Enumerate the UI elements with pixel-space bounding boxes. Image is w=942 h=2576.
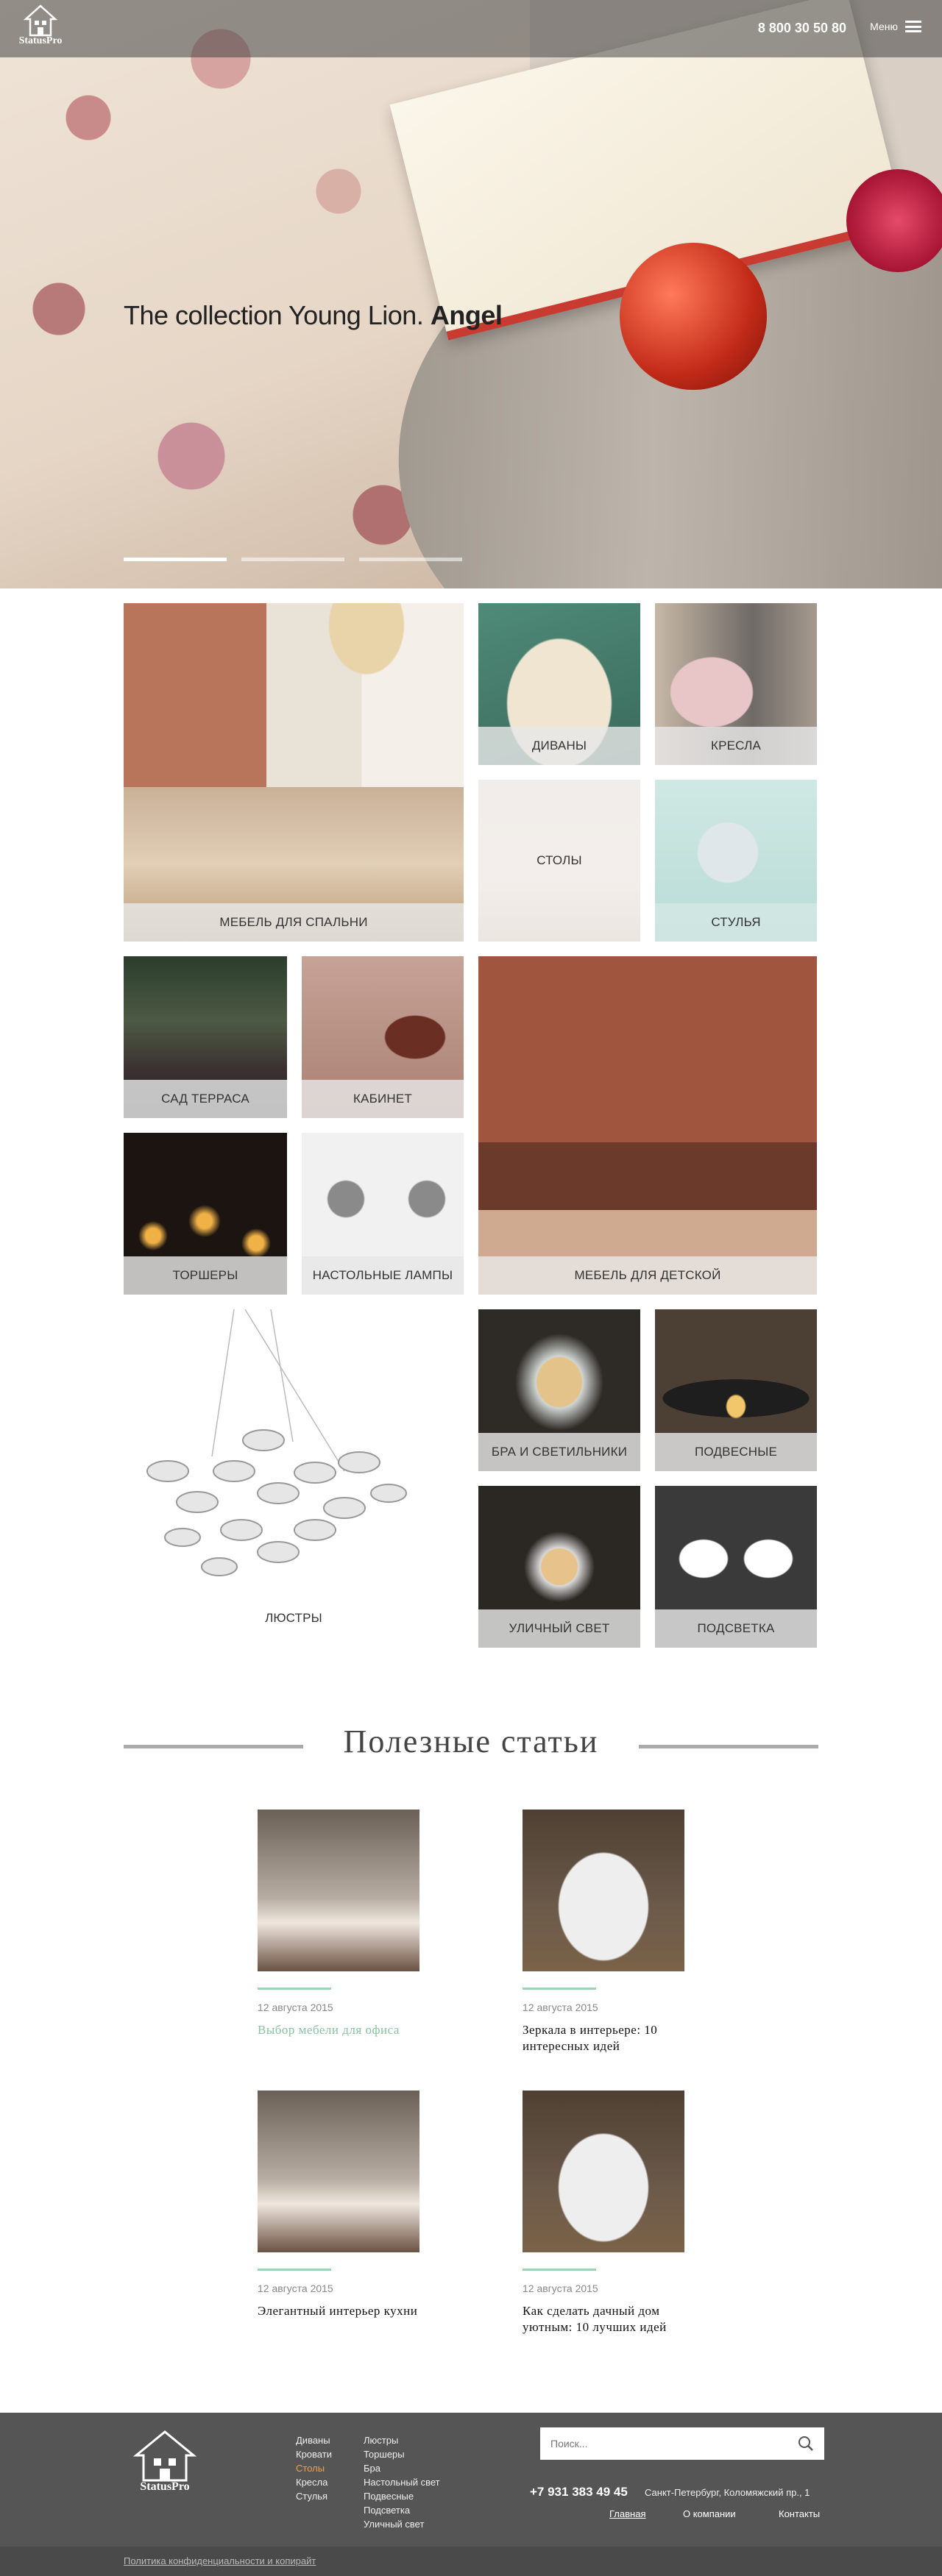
footer-link-active[interactable]: Столы — [296, 2461, 332, 2475]
category-image — [478, 956, 817, 1295]
category-chairs[interactable]: СТУЛЬЯ — [655, 780, 817, 942]
category-label: СТОЛЫ — [478, 780, 640, 942]
article-card[interactable]: 12 августа 2015 Элегантный интерьер кухн… — [258, 2091, 419, 2319]
category-label: МЕБЕЛЬ ДЛЯ СПАЛЬНИ — [124, 903, 464, 942]
article-image[interactable] — [523, 2091, 684, 2252]
article-title[interactable]: Зеркала в интерьере: 10 интересных идей — [523, 2022, 684, 2054]
search-input[interactable] — [550, 2438, 798, 2449]
article-accent-line — [258, 1988, 331, 1990]
footer-link[interactable]: Настольный свет — [364, 2475, 440, 2489]
category-sconces[interactable]: БРА И СВЕТИЛЬНИКИ — [478, 1309, 640, 1471]
category-label: НАСТОЛЬНЫЕ ЛАМПЫ — [302, 1256, 464, 1295]
category-label: КАБИНЕТ — [302, 1080, 464, 1118]
logo-text: StatusPro — [18, 35, 63, 46]
footer-link[interactable]: Люстры — [364, 2433, 440, 2447]
category-label: ПОДСВЕТКА — [655, 1609, 817, 1648]
hamburger-icon — [905, 21, 921, 32]
article-card[interactable]: 12 августа 2015 Выбор мебели для офиса — [258, 1810, 419, 2038]
category-outdoor-light[interactable]: УЛИЧНЫЙ СВЕТ — [478, 1486, 640, 1648]
articles-section-title: Полезные статьи — [124, 1723, 818, 1767]
article-date: 12 августа 2015 — [258, 2283, 333, 2294]
category-label: УЛИЧНЫЙ СВЕТ — [478, 1609, 640, 1648]
slider-dot-3[interactable] — [359, 558, 462, 561]
article-title[interactable]: Выбор мебели для офиса — [258, 2022, 419, 2038]
footer-nav-contacts[interactable]: Контакты — [779, 2508, 820, 2519]
footer-search — [540, 2427, 824, 2460]
article-title[interactable]: Элегантный интерьер кухни — [258, 2303, 419, 2319]
category-label: ДИВАНЫ — [478, 727, 640, 765]
slider-dots — [124, 558, 462, 561]
article-accent-line — [523, 2269, 596, 2271]
category-label: ТОРШЕРЫ — [124, 1256, 287, 1295]
top-header: StatusPro 8 800 30 50 80 Меню — [0, 0, 942, 57]
category-kids-furniture[interactable]: МЕБЕЛЬ ДЛЯ ДЕТСКОЙ — [478, 956, 817, 1295]
category-label: МЕБЕЛЬ ДЛЯ ДЕТСКОЙ — [478, 1256, 817, 1295]
category-label: ПОДВЕСНЫЕ — [655, 1433, 817, 1471]
article-card[interactable]: 12 августа 2015 Как сделать дачный дом у… — [523, 2091, 684, 2335]
hero-pomegranate-image — [620, 243, 767, 390]
logo-house-icon — [132, 2430, 197, 2482]
footer-links-lighting: Люстры Торшеры Бра Настольный свет Подве… — [364, 2433, 440, 2531]
footer-links-furniture: Диваны Кровати Столы Кресла Стулья — [296, 2433, 332, 2503]
footer-link[interactable]: Уличный свет — [364, 2517, 440, 2531]
hero-banner[interactable]: The collection Young Lion. Angel — [0, 0, 942, 588]
article-date: 12 августа 2015 — [523, 2283, 598, 2294]
category-label: ЛЮСТРЫ — [265, 1611, 322, 1625]
logo-house-icon — [24, 4, 57, 37]
category-bedroom[interactable]: МЕБЕЛЬ ДЛЯ СПАЛЬНИ — [124, 603, 464, 942]
category-label: САД ТЕРРАСА — [124, 1080, 287, 1118]
slider-dot-1[interactable] — [124, 558, 227, 561]
category-backlight[interactable]: ПОДСВЕТКА — [655, 1486, 817, 1648]
category-garden-terrace[interactable]: САД ТЕРРАСА — [124, 956, 287, 1118]
search-icon[interactable] — [798, 2436, 814, 2452]
article-date: 12 августа 2015 — [258, 2002, 333, 2013]
menu-label: Меню — [870, 21, 898, 32]
footer-link[interactable]: Стулья — [296, 2489, 332, 2503]
article-card[interactable]: 12 августа 2015 Зеркала в интерьере: 10 … — [523, 1810, 684, 2054]
category-floor-lamps[interactable]: ТОРШЕРЫ — [124, 1133, 287, 1295]
footer-logo[interactable]: StatusPro — [127, 2429, 203, 2495]
article-accent-line — [523, 1988, 596, 1990]
article-title[interactable]: Как сделать дачный дом уютным: 10 лучших… — [523, 2303, 684, 2335]
footer-link[interactable]: Кровати — [296, 2447, 332, 2461]
category-armchairs[interactable]: КРЕСЛА — [655, 603, 817, 765]
article-date: 12 августа 2015 — [523, 2002, 598, 2013]
footer-nav-about[interactable]: О компании — [683, 2508, 736, 2519]
footer-link[interactable]: Диваны — [296, 2433, 332, 2447]
category-label: БРА И СВЕТИЛЬНИКИ — [478, 1433, 640, 1471]
article-accent-line — [258, 2269, 331, 2271]
category-sofas[interactable]: ДИВАНЫ — [478, 603, 640, 765]
category-pendants[interactable]: ПОДВЕСНЫЕ — [655, 1309, 817, 1471]
privacy-policy-link[interactable]: Политика конфиденциальности и копирайт — [124, 2555, 316, 2566]
footer-link[interactable]: Кресла — [296, 2475, 332, 2489]
hero-rose-image — [846, 169, 942, 272]
footer-nav-home[interactable]: Главная — [609, 2508, 645, 2519]
slider-dot-2[interactable] — [241, 558, 344, 561]
hero-title: The collection Young Lion. Angel — [124, 300, 503, 330]
category-label: СТУЛЬЯ — [655, 903, 817, 942]
category-label: КРЕСЛА — [655, 727, 817, 765]
article-image[interactable] — [258, 2091, 419, 2252]
footer-link[interactable]: Подвесные — [364, 2489, 440, 2503]
footer-address: Санкт-Петербург, Коломяжский пр., 1 — [645, 2487, 810, 2498]
article-image[interactable] — [258, 1810, 419, 1971]
category-table-lamps[interactable]: НАСТОЛЬНЫЕ ЛАМПЫ — [302, 1133, 464, 1295]
menu-button[interactable]: Меню — [870, 21, 921, 32]
article-image[interactable] — [523, 1810, 684, 1971]
footer-link[interactable]: Торшеры — [364, 2447, 440, 2461]
footer-phone[interactable]: +7 931 383 49 45 — [530, 2485, 628, 2499]
header-phone[interactable]: 8 800 30 50 80 — [758, 21, 846, 36]
logo-text: StatusPro — [140, 2480, 190, 2493]
category-tables[interactable]: СТОЛЫ — [478, 780, 640, 942]
category-chandeliers[interactable]: ЛЮСТРЫ — [124, 1309, 464, 1648]
footer-link[interactable]: Подсветка — [364, 2503, 440, 2517]
category-study[interactable]: КАБИНЕТ — [302, 956, 464, 1118]
footer-link[interactable]: Бра — [364, 2461, 440, 2475]
logo[interactable]: StatusPro — [15, 4, 66, 53]
